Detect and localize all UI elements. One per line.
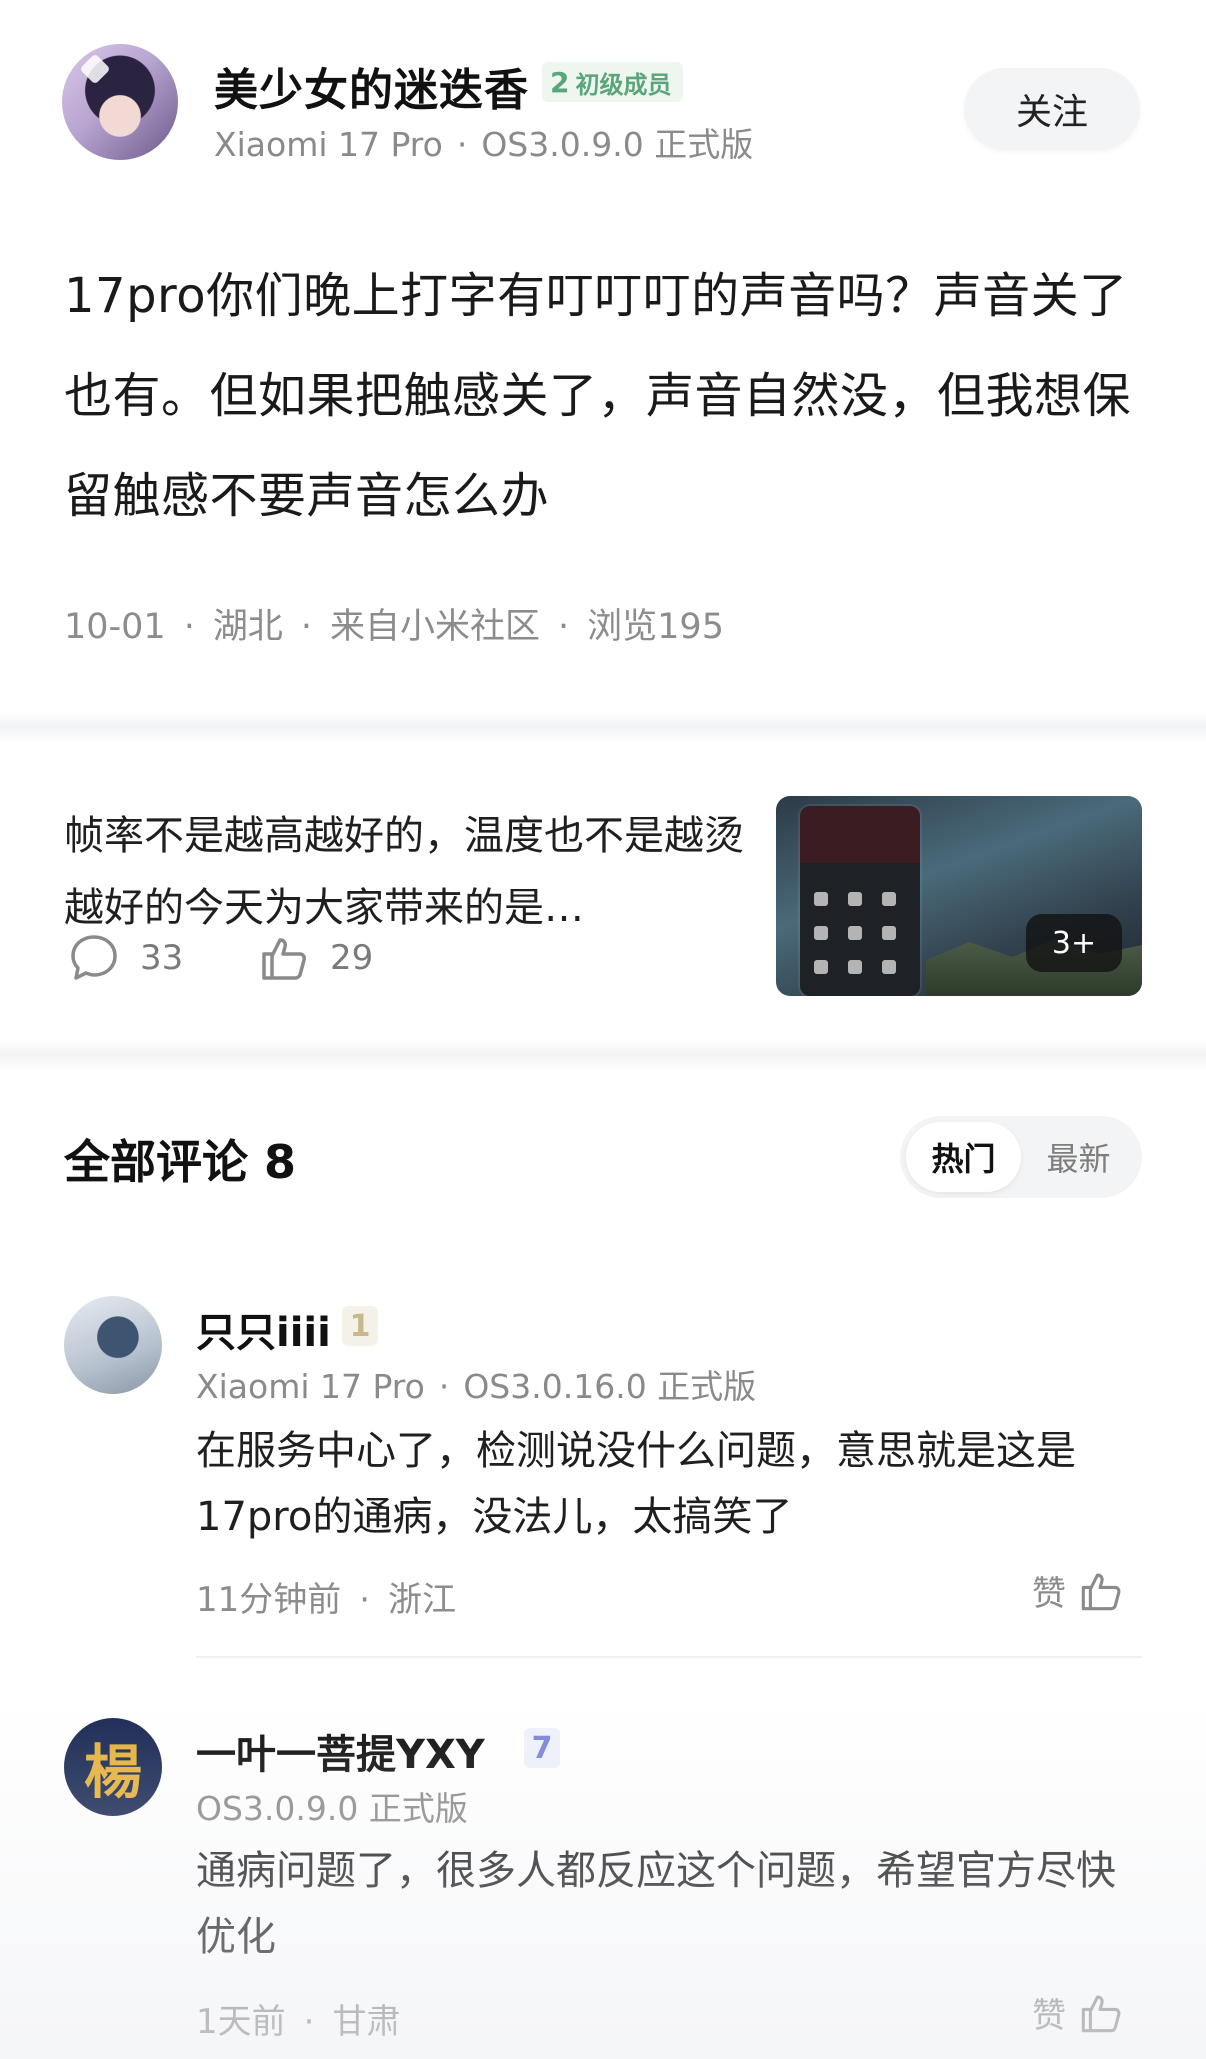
related-post-thumbnail[interactable]: 3+ (776, 796, 1142, 996)
thumbnail-control-panel (800, 806, 920, 996)
comment-bubble-icon (71, 935, 117, 980)
separator-dot: · (558, 607, 570, 647)
author-device: Xiaomi 17 Pro (214, 125, 443, 164)
commenter-level-badge: 1 (342, 1306, 378, 1346)
commenter-name[interactable]: 只只iiii (196, 1300, 331, 1358)
related-post-title[interactable]: 帧率不是越高越好的，温度也不是越烫越好的今天为大家带来的是… (64, 800, 754, 944)
separator-dot: · (183, 607, 195, 647)
author-name[interactable]: 美少女的迷迭香 (214, 54, 529, 118)
post-views: 浏览195 (587, 607, 724, 647)
author-os: OS3.0.9.0 正式版 (481, 125, 754, 164)
comment-item: 只只iiii 1 Xiaomi 17 Pro · OS3.0.16.0 正式版 在服… (0, 1296, 1206, 1656)
commenter-avatar[interactable]: 楊 (64, 1718, 162, 1816)
commenter-name[interactable]: 一叶一菩提YXY (196, 1722, 485, 1780)
related-likes[interactable]: 29 (258, 932, 373, 984)
more-images-badge[interactable]: 3+ (1026, 914, 1122, 972)
author-device-info: Xiaomi 17 Pro · OS3.0.9.0 正式版 (214, 118, 753, 166)
comments-title: 全部评论 8 (64, 1135, 297, 1189)
comment-location: 浙江 (388, 1580, 457, 1620)
commenter-device-info: Xiaomi 17 Pro · OS3.0.16.0 正式版 (196, 1360, 756, 1408)
sort-new-tab[interactable]: 最新 (1021, 1122, 1136, 1192)
section-divider (0, 1040, 1206, 1070)
post-detail-page: 美少女的迷迭香 2 初级成员 Xiaomi 17 Pro · OS3.0.9.0 正… (0, 0, 1206, 2059)
comment-divider (196, 1656, 1142, 1658)
commenter-os: OS3.0.16.0 正式版 (463, 1367, 757, 1406)
member-level-badge: 2 初级成员 (542, 62, 684, 102)
separator-dot: · (300, 607, 312, 647)
comment-location: 甘肃 (332, 2002, 401, 2042)
separator-dot: · (438, 1367, 450, 1406)
comment-sort-toggle: 热门 最新 (900, 1116, 1142, 1198)
member-level-number: 2 (550, 65, 570, 99)
post-content: 17pro你们晚上打字有叮叮叮的声音吗？声音关了也有。但如果把触感关了，声音自然… (64, 268, 1132, 524)
related-comments[interactable]: 33 (68, 932, 183, 984)
thumbs-up-icon (1081, 1573, 1121, 1610)
commenter-level-badge: 7 (524, 1728, 560, 1768)
post-header: 美少女的迷迭香 2 初级成员 Xiaomi 17 Pro · OS3.0.9.0 正… (0, 0, 1206, 200)
comment-time: 1天前 (196, 2002, 286, 2042)
post-location: 湖北 (212, 607, 283, 647)
commenter-device-info: OS3.0.9.0 正式版 (196, 1782, 468, 1830)
post-meta: 10-01 · 湖北 · 来自小米社区 · 浏览195 (64, 598, 724, 649)
member-level-title: 初级成员 (575, 70, 672, 99)
comment-item: 楊 一叶一菩提YXY 7 OS3.0.9.0 正式版 通病问题了，很多人都反应这… (0, 1718, 1206, 2059)
commenter-avatar[interactable] (64, 1296, 162, 1394)
related-likes-count: 29 (330, 938, 374, 978)
separator-dot: · (303, 2002, 315, 2042)
separator-dot: · (456, 125, 468, 164)
comment-like-button[interactable]: 赞 (1032, 1566, 1124, 1615)
sort-hot-tab[interactable]: 热门 (906, 1122, 1021, 1192)
comment-meta: 11分钟前 · 浙江 (196, 1572, 456, 1621)
like-label: 赞 (1032, 1574, 1066, 1614)
commenter-os: OS3.0.9.0 正式版 (196, 1789, 468, 1828)
thumbs-up-icon (262, 938, 306, 980)
separator-dot: · (359, 1580, 371, 1620)
follow-button[interactable]: 关注 (964, 68, 1140, 150)
comment-like-button[interactable]: 赞 (1032, 1988, 1124, 2037)
post-source: 来自小米社区 (330, 607, 541, 647)
like-label: 赞 (1032, 1996, 1066, 2036)
post-date: 10-01 (64, 607, 166, 647)
commenter-device: Xiaomi 17 Pro (196, 1367, 425, 1406)
thumbs-up-icon (1081, 1995, 1121, 2032)
comment-meta: 1天前 · 甘肃 (196, 1994, 400, 2043)
comment-time: 11分钟前 (196, 1580, 342, 1620)
related-comments-count: 33 (140, 938, 184, 978)
section-divider (0, 712, 1206, 742)
related-post-card[interactable]: 帧率不是越高越好的，温度也不是越烫越好的今天为大家带来的是… 33 29 3+ (0, 770, 1206, 1010)
comment-text: 在服务中心了，检测说没什么问题，意思就是这是17pro的通病，没法儿，太搞笑了 (196, 1428, 1076, 1540)
author-avatar[interactable] (62, 44, 178, 160)
comment-text: 通病问题了，很多人都反应这个问题，希望官方尽快优化 (196, 1848, 1116, 1960)
